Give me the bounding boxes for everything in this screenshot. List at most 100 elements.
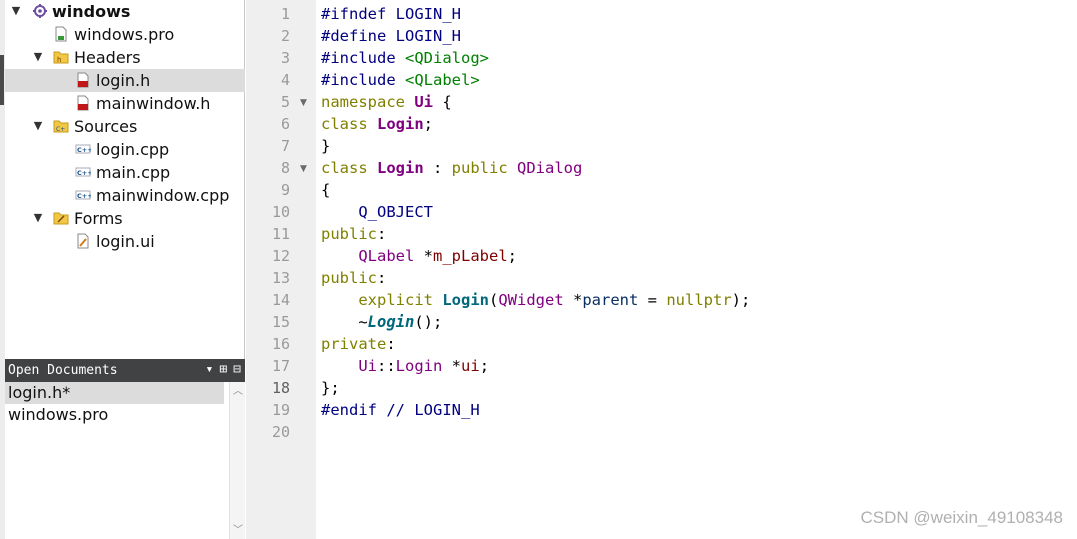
- code-line[interactable]: #include <QLabel>: [321, 71, 480, 89]
- code-token: :: [377, 225, 387, 243]
- line-number: 17: [271, 357, 290, 375]
- open-document-item[interactable]: windows.pro: [5, 404, 224, 426]
- code-token: *: [563, 291, 583, 309]
- code-token: :: [423, 159, 452, 177]
- line-number: 13: [271, 269, 290, 287]
- code-token: ::: [377, 357, 396, 375]
- line-number: 9: [280, 181, 290, 199]
- split-icon[interactable]: ⊞: [219, 362, 227, 377]
- pro-file-icon: [53, 26, 69, 42]
- code-token: class: [321, 115, 377, 133]
- code-token: public: [451, 159, 517, 177]
- code-line[interactable]: private:: [321, 335, 396, 353]
- tree-item-forms-folder[interactable]: ▼ Forms: [5, 207, 245, 230]
- tree-item-sources-folder[interactable]: ▼ C+ Sources: [5, 115, 245, 138]
- forms-folder-icon: [53, 210, 69, 226]
- tree-item-mainwindow-cpp[interactable]: C++ mainwindow.cpp: [5, 184, 245, 207]
- code-token: Login: [377, 159, 424, 177]
- code-token: m_pLabel: [433, 247, 508, 265]
- code-token: QDialog: [517, 159, 583, 177]
- fold-marker-icon[interactable]: ▼: [300, 98, 307, 108]
- code-line[interactable]: namespace Ui {: [321, 93, 452, 111]
- cpp-file-icon: C++: [75, 187, 93, 203]
- code-line[interactable]: explicit Login(QWidget *parent = nullptr…: [321, 291, 750, 309]
- line-number: 1: [280, 5, 290, 23]
- code-token: QWidget: [498, 291, 564, 309]
- tree-item-login-ui[interactable]: login.ui: [5, 230, 245, 253]
- code-token: #endif: [321, 401, 387, 419]
- line-number: 7: [280, 137, 290, 155]
- code-line[interactable]: class Login;: [321, 115, 433, 133]
- tree-item-label: login.h: [96, 71, 151, 90]
- tree-item-login-cpp[interactable]: C++ login.cpp: [5, 138, 245, 161]
- documents-scrollbar[interactable]: ︿ ﹀: [229, 382, 245, 539]
- svg-text:h: h: [57, 56, 61, 64]
- code-token: ;: [507, 247, 517, 265]
- line-number: 12: [271, 247, 290, 265]
- code-editor[interactable]: #ifndef LOGIN_H #define LOGIN_H #include <…: [316, 0, 1077, 539]
- code-token: }: [321, 137, 331, 155]
- tree-item-main-cpp[interactable]: C++ main.cpp: [5, 161, 245, 184]
- code-line[interactable]: Q_OBJECT: [321, 203, 433, 221]
- tree-item-headers-folder[interactable]: ▼ h Headers: [5, 46, 245, 69]
- code-token: Login: [442, 291, 489, 309]
- chevron-down-icon[interactable]: ▼: [32, 212, 44, 224]
- watermark: CSDN @weixin_49108348: [860, 508, 1063, 527]
- line-number: 10: [271, 203, 290, 221]
- code-line[interactable]: class Login : public QDialog: [321, 159, 582, 177]
- code-token: explicit: [358, 291, 443, 309]
- line-number: 16: [271, 335, 290, 353]
- open-documents-list: login.h* windows.pro ︿ ﹀: [5, 382, 245, 539]
- code-line[interactable]: ~Login();: [321, 313, 442, 331]
- code-token: (: [489, 291, 499, 309]
- code-line[interactable]: }: [321, 137, 330, 155]
- code-token: *: [414, 247, 433, 265]
- code-token: ;: [479, 357, 490, 375]
- code-line[interactable]: #endif // LOGIN_H: [321, 401, 480, 419]
- fold-marker-icon[interactable]: ▼: [300, 164, 307, 174]
- code-line[interactable]: public:: [321, 225, 386, 243]
- code-token: public: [321, 269, 377, 287]
- scroll-down-icon[interactable]: ﹀: [230, 524, 246, 538]
- code-line[interactable]: QLabel *m_pLabel;: [321, 247, 517, 265]
- scroll-up-icon[interactable]: ︿: [230, 385, 246, 399]
- code-line[interactable]: Ui::Login *ui;: [321, 357, 489, 375]
- code-token: Ui: [414, 93, 433, 111]
- tree-item-windows-pro[interactable]: windows.pro: [5, 23, 245, 46]
- line-number: 14: [271, 291, 290, 309]
- dropdown-arrow-icon[interactable]: ▾: [206, 362, 214, 377]
- open-document-item[interactable]: login.h*: [5, 382, 224, 404]
- headers-folder-icon: h: [53, 49, 69, 65]
- chevron-down-icon[interactable]: ▼: [32, 51, 44, 63]
- chevron-down-icon[interactable]: ▼: [32, 120, 44, 132]
- line-number: 18: [271, 379, 290, 397]
- code-token: <QDialog>: [405, 49, 489, 67]
- line-number: 5: [280, 93, 290, 111]
- code-line[interactable]: #define LOGIN_H: [321, 27, 461, 45]
- open-documents-title: Open Documents: [8, 363, 118, 378]
- code-token: {: [321, 181, 331, 199]
- code-token: parent: [582, 291, 639, 309]
- tree-item-label: Headers: [74, 48, 141, 67]
- line-number-gutter: 1 2 3 4 5 ▼ 6 7 8 ▼ 9 10 11 12 13 14 15 16 17 18 19 20: [246, 0, 316, 539]
- code-line[interactable]: #include <QDialog>: [321, 49, 489, 67]
- tree-item-mainwindow-h[interactable]: mainwindow.h: [5, 92, 245, 115]
- tree-item-windows-project[interactable]: ▼ windows: [5, 0, 245, 23]
- tree-item-label: login.ui: [96, 232, 155, 251]
- tree-item-login-h[interactable]: login.h: [5, 69, 245, 92]
- code-line[interactable]: {: [321, 181, 330, 199]
- code-line[interactable]: public:: [321, 269, 386, 287]
- code-line[interactable]: };: [321, 379, 340, 397]
- tree-item-label: Forms: [74, 209, 123, 228]
- code-token: #include: [321, 49, 405, 67]
- close-pane-icon[interactable]: ⊟: [233, 362, 241, 377]
- mode-bar-strip[interactable]: [0, 55, 4, 105]
- code-token: ();: [414, 313, 443, 331]
- code-token: public: [321, 225, 377, 243]
- code-line[interactable]: #ifndef LOGIN_H: [321, 5, 461, 23]
- svg-text:C++: C++: [77, 146, 91, 154]
- chevron-down-icon[interactable]: ▼: [10, 5, 22, 17]
- code-token: ~: [321, 313, 368, 331]
